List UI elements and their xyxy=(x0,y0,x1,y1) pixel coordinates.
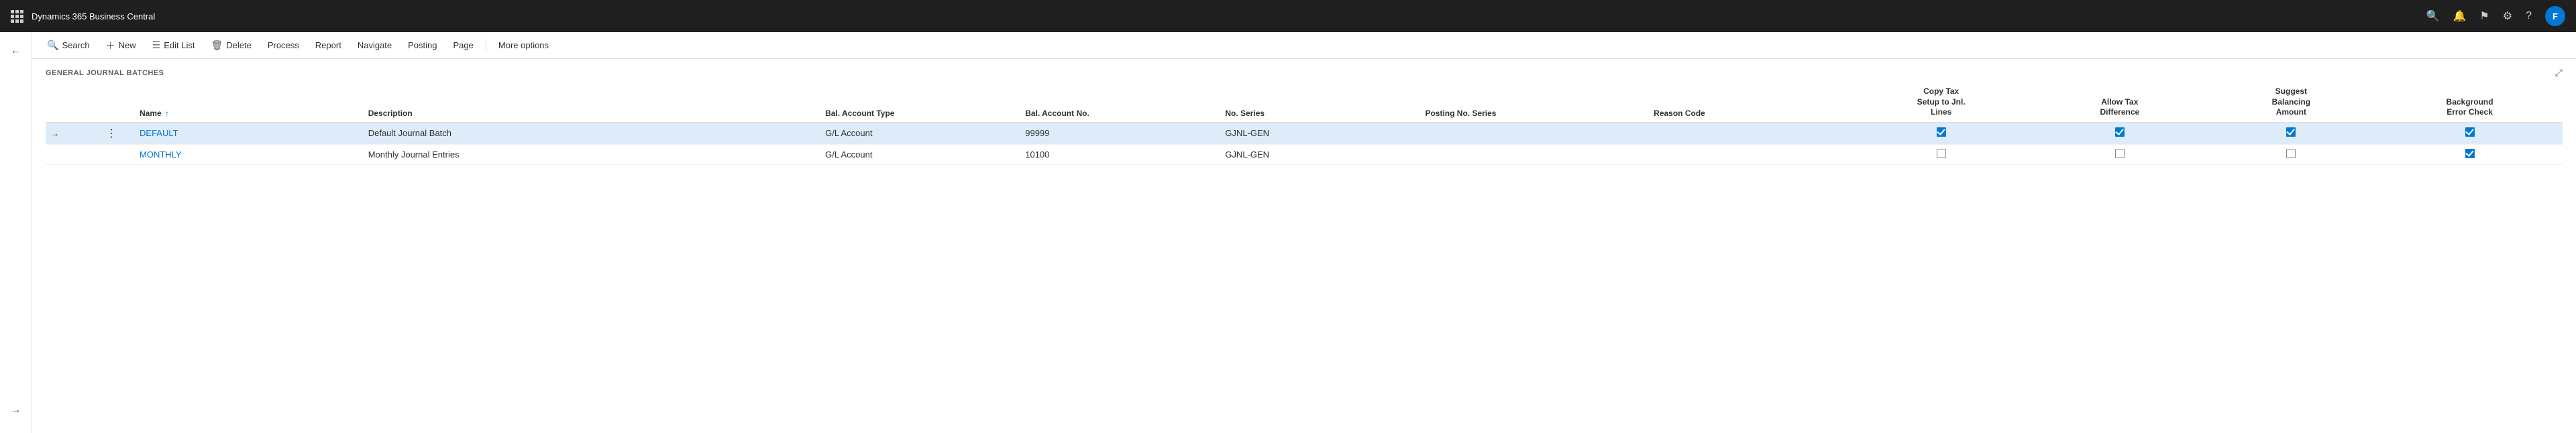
edit-list-icon: ☰ xyxy=(152,40,161,51)
checkbox-checked-icon xyxy=(2465,149,2475,158)
col-header-description[interactable]: Description xyxy=(363,82,820,122)
posting-button[interactable]: Posting xyxy=(401,38,443,53)
row-posting-series-monthly xyxy=(1419,144,1648,164)
row-allow-tax-default[interactable] xyxy=(2034,122,2206,144)
col-header-copy-tax[interactable]: Copy TaxSetup to Jnl.Lines xyxy=(1848,82,2034,122)
expand-icon[interactable]: ⤢ xyxy=(2555,67,2563,78)
page-button[interactable]: Page xyxy=(447,38,480,53)
help-icon[interactable]: ? xyxy=(2526,10,2532,22)
col-header-bg-error[interactable]: BackgroundError Check xyxy=(2377,82,2563,122)
delete-icon: 🗑 xyxy=(211,40,223,51)
col-header-arrow xyxy=(46,82,89,122)
row-context-menu-monthly[interactable] xyxy=(89,144,134,164)
table-row: MONTHLY Monthly Journal Entries G/L Acco… xyxy=(46,144,2563,164)
checkbox-checked-icon xyxy=(2115,127,2125,137)
row-suggest-default[interactable] xyxy=(2206,122,2377,144)
default-link[interactable]: DEFAULT xyxy=(140,128,178,138)
col-header-posting-series[interactable]: Posting No. Series xyxy=(1419,82,1648,122)
checkbox-checked-icon xyxy=(1937,127,1946,137)
row-description-default: Default Journal Batch xyxy=(363,122,820,144)
more-options-button[interactable]: More options xyxy=(492,38,555,53)
row-reason-monthly xyxy=(1648,144,1848,164)
row-allow-tax-monthly[interactable] xyxy=(2034,144,2206,164)
titlebar: Dynamics 365 Business Central 🔍 🔔 ⚑ ⚙ ? … xyxy=(0,0,2576,32)
edit-list-button[interactable]: ☰ Edit List xyxy=(146,37,202,54)
row-posting-series-default xyxy=(1419,122,1648,144)
col-header-allow-tax[interactable]: Allow TaxDifference xyxy=(2034,82,2206,122)
checkbox-checked-icon xyxy=(2465,127,2475,137)
sidebar: ← → xyxy=(0,32,32,433)
col-header-bal-no[interactable]: Bal. Account No. xyxy=(1020,82,1220,122)
delete-button[interactable]: 🗑 Delete xyxy=(204,37,258,54)
page-title: GENERAL JOURNAL BATCHES xyxy=(46,69,164,77)
col-header-bal-type[interactable]: Bal. Account Type xyxy=(820,82,1020,122)
row-arrow-monthly xyxy=(46,144,89,164)
row-arrow-indicator: → xyxy=(46,122,89,144)
row-suggest-monthly[interactable] xyxy=(2206,144,2377,164)
table-header-row: Name ↑ Description Bal. Account Type Bal… xyxy=(46,82,2563,122)
search-button[interactable]: 🔍 Search xyxy=(40,37,97,54)
checkbox-unchecked-icon xyxy=(2286,149,2296,158)
row-context-menu[interactable]: ⋮ xyxy=(89,122,134,144)
row-name-default[interactable]: DEFAULT xyxy=(134,122,363,144)
table-row: → ⋮ DEFAULT Default Journal Batch G/L Ac… xyxy=(46,122,2563,144)
row-description-monthly: Monthly Journal Entries xyxy=(363,144,820,164)
checkbox-unchecked-icon xyxy=(1937,149,1946,158)
row-bal-type-default: G/L Account xyxy=(820,122,1020,144)
col-header-reason[interactable]: Reason Code xyxy=(1648,82,1848,122)
table-container: Name ↑ Description Bal. Account Type Bal… xyxy=(32,82,2576,433)
new-button[interactable]: ＋ New xyxy=(99,36,143,55)
row-reason-default xyxy=(1648,122,1848,144)
monthly-link[interactable]: MONTHLY xyxy=(140,149,182,160)
app-grid-icon xyxy=(11,10,23,23)
search-icon[interactable]: 🔍 xyxy=(2426,9,2440,23)
checkbox-checked-icon xyxy=(2286,127,2296,137)
avatar[interactable]: F xyxy=(2545,6,2565,26)
row-bg-error-default[interactable] xyxy=(2377,122,2563,144)
journal-batches-table: Name ↑ Description Bal. Account Type Bal… xyxy=(46,82,2563,165)
row-copy-tax-monthly[interactable] xyxy=(1848,144,2034,164)
new-icon: ＋ xyxy=(106,39,115,52)
report-button[interactable]: Report xyxy=(309,38,348,53)
col-header-name[interactable]: Name ↑ xyxy=(134,82,363,122)
main-content: 🔍 Search ＋ New ☰ Edit List 🗑 Delete Proc… xyxy=(32,32,2576,433)
app-grid-menu[interactable] xyxy=(11,10,23,23)
row-bg-error-monthly[interactable] xyxy=(2377,144,2563,164)
notification-icon[interactable]: 🔔 xyxy=(2453,9,2466,23)
row-series-default: GJNL-GEN xyxy=(1220,122,1419,144)
process-button[interactable]: Process xyxy=(261,38,306,53)
titlebar-actions: 🔍 🔔 ⚑ ⚙ ? F xyxy=(2426,6,2565,26)
main-layout: ← → 🔍 Search ＋ New ☰ Edit List 🗑 Delete xyxy=(0,32,2576,433)
navigate-button[interactable]: Navigate xyxy=(351,38,398,53)
row-series-monthly: GJNL-GEN xyxy=(1220,144,1419,164)
row-bal-type-monthly: G/L Account xyxy=(820,144,1020,164)
search-btn-icon: 🔍 xyxy=(47,40,58,51)
row-bal-no-monthly: 10100 xyxy=(1020,144,1220,164)
app-title: Dynamics 365 Business Central xyxy=(32,11,155,21)
col-header-suggest[interactable]: SuggestBalancingAmount xyxy=(2206,82,2377,122)
row-bal-no-default: 99999 xyxy=(1020,122,1220,144)
settings-icon[interactable]: ⚙ xyxy=(2503,9,2512,23)
flag-icon[interactable]: ⚑ xyxy=(2479,9,2489,23)
col-header-menu xyxy=(89,82,134,122)
forward-button[interactable]: → xyxy=(4,398,28,422)
back-button[interactable]: ← xyxy=(4,39,28,63)
page-header: GENERAL JOURNAL BATCHES ⤢ xyxy=(32,59,2576,82)
checkbox-unchecked-icon xyxy=(2115,149,2125,158)
row-copy-tax-default[interactable] xyxy=(1848,122,2034,144)
row-name-monthly[interactable]: MONTHLY xyxy=(134,144,363,164)
toolbar: 🔍 Search ＋ New ☰ Edit List 🗑 Delete Proc… xyxy=(32,32,2576,59)
col-header-no-series[interactable]: No. Series xyxy=(1220,82,1419,122)
